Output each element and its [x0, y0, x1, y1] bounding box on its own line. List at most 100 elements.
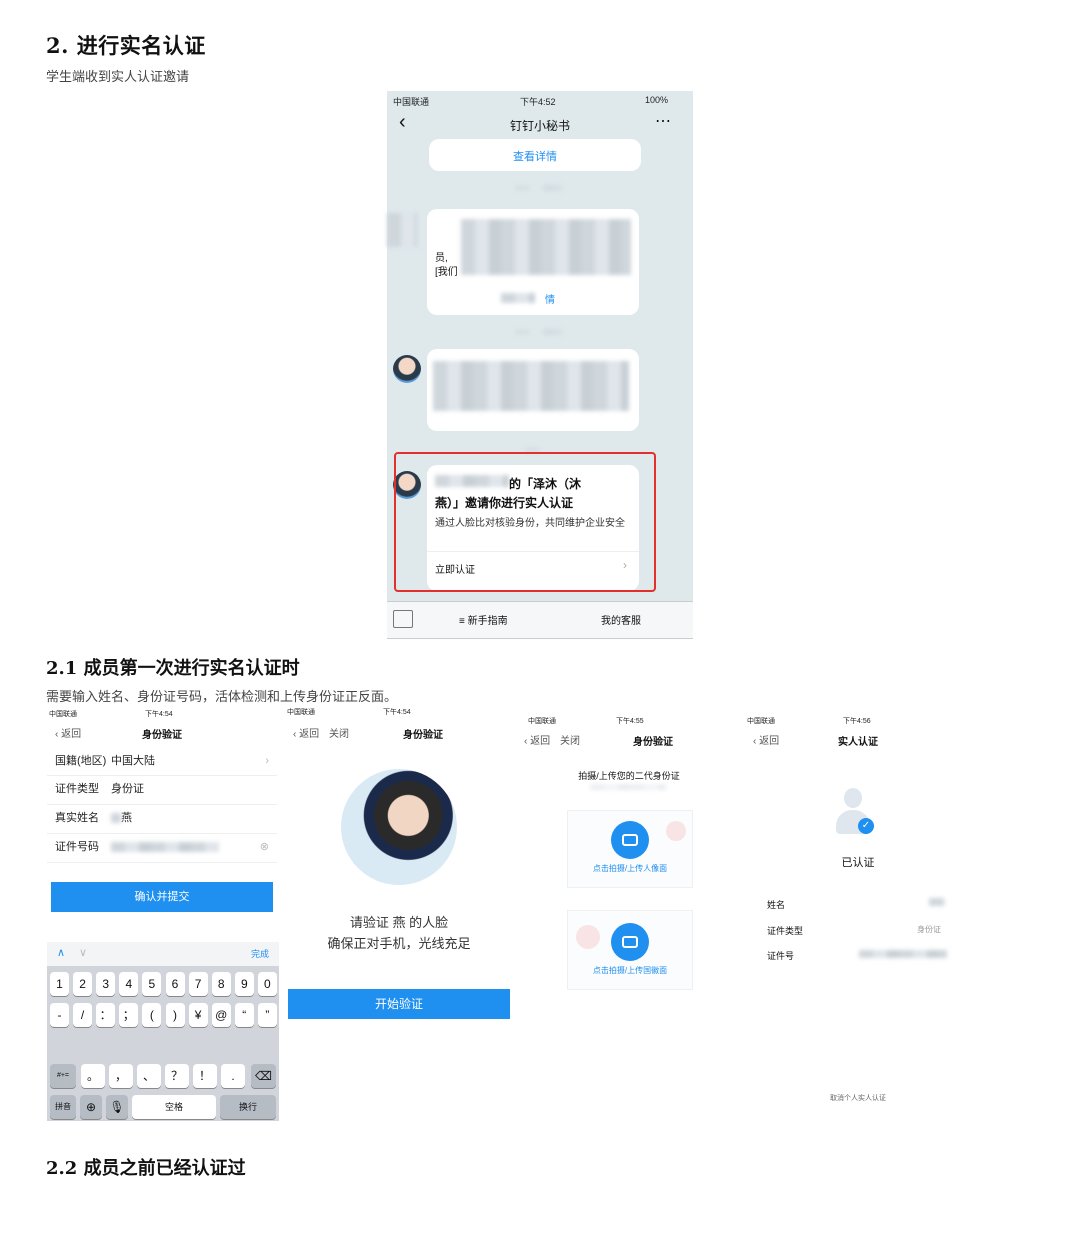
keyboard-key[interactable]: ；	[119, 1003, 139, 1027]
form-row-id-type[interactable]: 证件类型 身份证	[47, 775, 277, 805]
status-battery: 100%	[645, 95, 669, 105]
status-time: 下午4:52	[520, 97, 556, 107]
keyboard-key[interactable]: ”	[257, 1003, 277, 1027]
screen-title: 实人认证	[838, 737, 878, 748]
status-time: 下午4:55	[616, 718, 644, 725]
face-verify-screen: 中国联通 下午4:54 ‹ 返回 关闭 身份验证 请验证 燕 的人脸 确保正对手…	[285, 705, 513, 1025]
status-time: 下午4:54	[145, 711, 173, 718]
row-label: 证件类型	[55, 783, 99, 795]
message-link[interactable]: 情	[545, 291, 555, 306]
message-bubble	[427, 349, 639, 431]
keyboard-key[interactable]: )	[165, 1003, 185, 1027]
upload-back-card[interactable]: 点击拍摄/上传国徽面	[567, 910, 693, 990]
row-value: 燕	[121, 812, 132, 824]
upload-front-card[interactable]: 点击拍摄/上传人像面	[567, 810, 693, 888]
blurred-id-number	[859, 950, 947, 958]
keyboard-key[interactable]: 7	[188, 972, 208, 996]
keyboard-key[interactable]: 6	[165, 972, 185, 996]
blurred-timestamp	[515, 185, 563, 191]
verified-label: 已认证	[841, 857, 875, 869]
keyboard-key[interactable]: ：	[96, 1003, 116, 1027]
arrow-up-icon[interactable]: ∧	[57, 946, 65, 959]
key-enter[interactable]: 换行	[220, 1095, 276, 1119]
emblem-placeholder-icon	[576, 925, 600, 949]
message-partial-text: 员,	[435, 253, 448, 264]
keyboard-key[interactable]: 3	[96, 972, 116, 996]
id-type-value: 身份证	[917, 925, 941, 934]
arrow-down-icon[interactable]: ∨	[79, 946, 87, 959]
keyboard-key[interactable]: ！	[193, 1064, 217, 1088]
verified-screen: 中国联通 下午4:56 ‹ 返回 实人认证 ✓ 已认证 姓名 证件类型 身份证 …	[745, 714, 971, 1114]
menu-guide-label: 新手指南	[467, 616, 508, 627]
portrait-placeholder-icon	[666, 821, 686, 841]
keyboard-key[interactable]: 0	[257, 972, 277, 996]
clear-icon[interactable]: ⊗	[260, 833, 269, 862]
keyboard-key[interactable]: 、	[137, 1064, 161, 1088]
identity-form-screen: 中国联通 下午4:54 ‹ 返回 身份验证 国籍(地区) 中国大陆 › 证件类型身…	[47, 707, 279, 1121]
keyboard-key[interactable]: 1	[50, 972, 69, 996]
row-label: 证件号码	[55, 841, 99, 853]
keyboard-key[interactable]: /	[73, 1003, 93, 1027]
verify-face-line: 请验证 燕 的人脸	[349, 915, 449, 930]
form-row-id-number[interactable]: 证件号码 ⊗	[47, 833, 277, 863]
blurred-hint	[590, 784, 666, 790]
keyboard-key[interactable]: 2	[73, 972, 93, 996]
sender-avatar	[393, 355, 421, 383]
face-illustration	[341, 769, 457, 885]
status-carrier: 中国联通	[49, 711, 77, 718]
key-switch-symbols[interactable]: #+=	[50, 1064, 76, 1088]
camera-icon	[611, 821, 649, 859]
blurred-name	[929, 898, 945, 906]
menu-guide[interactable]: ≡ 新手指南	[459, 612, 508, 627]
section-21-note: 需要输入姓名、身份证号码，活体检测和上传身份证正反面。	[46, 690, 398, 705]
highlight-box	[394, 452, 656, 592]
keyboard-key[interactable]: -	[50, 1003, 69, 1027]
message-card: 查看详情	[429, 139, 641, 171]
row-value: 中国大陆	[111, 755, 155, 767]
face-instruction: 确保正对手机，光线充足	[327, 936, 471, 951]
status-time: 下午4:56	[843, 718, 871, 725]
section-22-title: 2.2 成员之前已经认证过	[46, 1158, 246, 1179]
form-row-real-name[interactable]: 真实姓名 燕	[47, 804, 277, 834]
keyboard-key[interactable]: (	[142, 1003, 162, 1027]
key-space[interactable]: 空格	[132, 1095, 216, 1119]
keyboard-key[interactable]: .	[221, 1064, 245, 1088]
keyboard-key[interactable]: ，	[109, 1064, 133, 1088]
section-2-title: 2. 进行实名认证	[46, 33, 206, 58]
blurred-content	[461, 219, 631, 275]
status-time: 下午4:54	[383, 709, 411, 716]
keyboard-key[interactable]: 9	[234, 972, 254, 996]
backspace-icon[interactable]: ⌫	[251, 1064, 276, 1088]
keyboard-key[interactable]: 。	[81, 1064, 105, 1088]
key-pinyin[interactable]: 拼音	[50, 1095, 76, 1119]
camera-icon	[611, 923, 649, 961]
row-label: 国籍(地区)	[55, 755, 107, 767]
keyboard-key[interactable]: “	[234, 1003, 254, 1027]
globe-icon[interactable]: ⊕	[80, 1095, 102, 1119]
row-value: 身份证	[111, 783, 144, 795]
chevron-right-icon: ›	[265, 755, 269, 767]
blurred-content	[433, 361, 629, 411]
keyboard-key[interactable]: ¥	[188, 1003, 208, 1027]
menu-service[interactable]: 我的客服	[601, 612, 641, 627]
done-button[interactable]: 完成	[251, 947, 269, 960]
blurred-timestamp	[515, 329, 563, 335]
upload-front-label: 点击拍摄/上传人像面	[592, 864, 668, 873]
id-type-label: 证件类型	[767, 926, 804, 936]
blurred-link	[501, 293, 535, 303]
keyboard-key[interactable]: ？	[165, 1064, 189, 1088]
keyboard-key[interactable]: @	[211, 1003, 231, 1027]
keyboard-key[interactable]: 4	[119, 972, 139, 996]
form-row-nationality[interactable]: 国籍(地区) 中国大陆 ›	[47, 747, 277, 776]
view-details-link[interactable]: 查看详情	[429, 139, 641, 164]
keyboard-key[interactable]: 5	[142, 972, 162, 996]
keyboard-icon[interactable]	[393, 610, 413, 628]
microphone-icon[interactable]: 🎙	[106, 1095, 128, 1119]
confirm-submit-button[interactable]: 确认并提交	[51, 882, 273, 912]
start-verify-button[interactable]: 开始验证	[288, 989, 510, 1019]
cancel-verification-link[interactable]: 取消个人实人认证	[745, 1093, 971, 1103]
more-icon[interactable]: ⋯	[655, 111, 671, 131]
keyboard-key[interactable]: 8	[211, 972, 231, 996]
id-number-label: 证件号	[767, 951, 795, 961]
dingtalk-chat-screenshot: 中国联通 下午4:52 100% ‹ 钉钉小秘书 ⋯ 查看详情 员, [我们 情…	[387, 91, 693, 639]
